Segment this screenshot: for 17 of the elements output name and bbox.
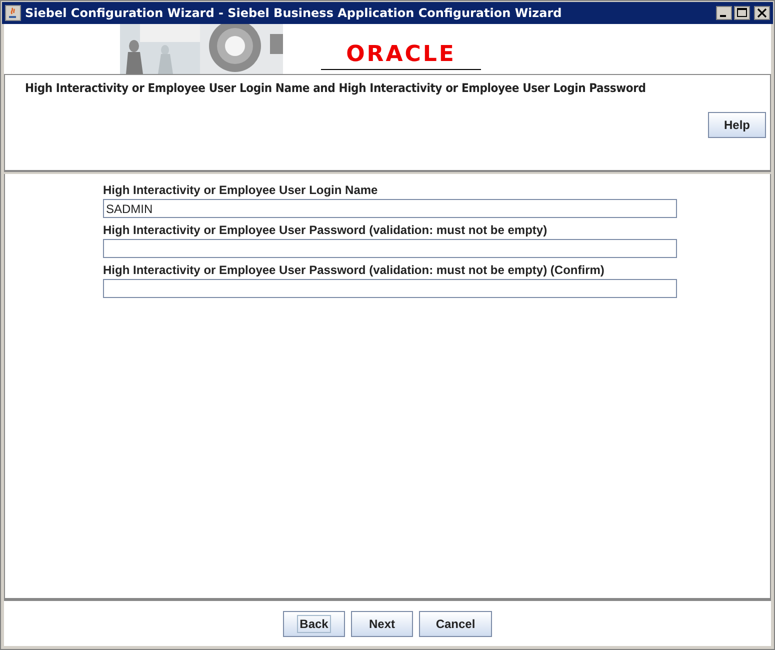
input-field[interactable] xyxy=(103,279,677,298)
field-label: High Interactivity or Employee User Login Name xyxy=(103,182,379,199)
step-description: High Interactivity or Employee User Login Name and High Interactivity or Employee User Login Password xyxy=(25,81,647,95)
java-cup-icon xyxy=(5,5,21,21)
input-field[interactable] xyxy=(103,239,677,258)
window-title: Siebel Configuration Wizard - Siebel Business Application Configuration Wizard xyxy=(25,6,563,20)
close-icon[interactable] xyxy=(754,6,770,20)
maximize-icon[interactable] xyxy=(734,6,750,20)
oracle-logo: ORACLE xyxy=(321,41,481,70)
focused-wizard-button[interactable]: Back xyxy=(283,610,345,636)
field-label: High Interactivity or Employee User Password (validation: must not be empty) xyxy=(103,222,548,239)
wizard-button[interactable]: Next xyxy=(351,610,413,636)
wizard-button[interactable]: Cancel xyxy=(419,610,492,636)
help-button[interactable]: Help xyxy=(708,112,766,138)
field-label: High Interactivity or Employee User Password (validation: must not be empty) (Confirm) xyxy=(103,262,606,279)
minimize-icon[interactable] xyxy=(716,6,732,20)
input-field[interactable]: SADMIN xyxy=(103,199,677,218)
